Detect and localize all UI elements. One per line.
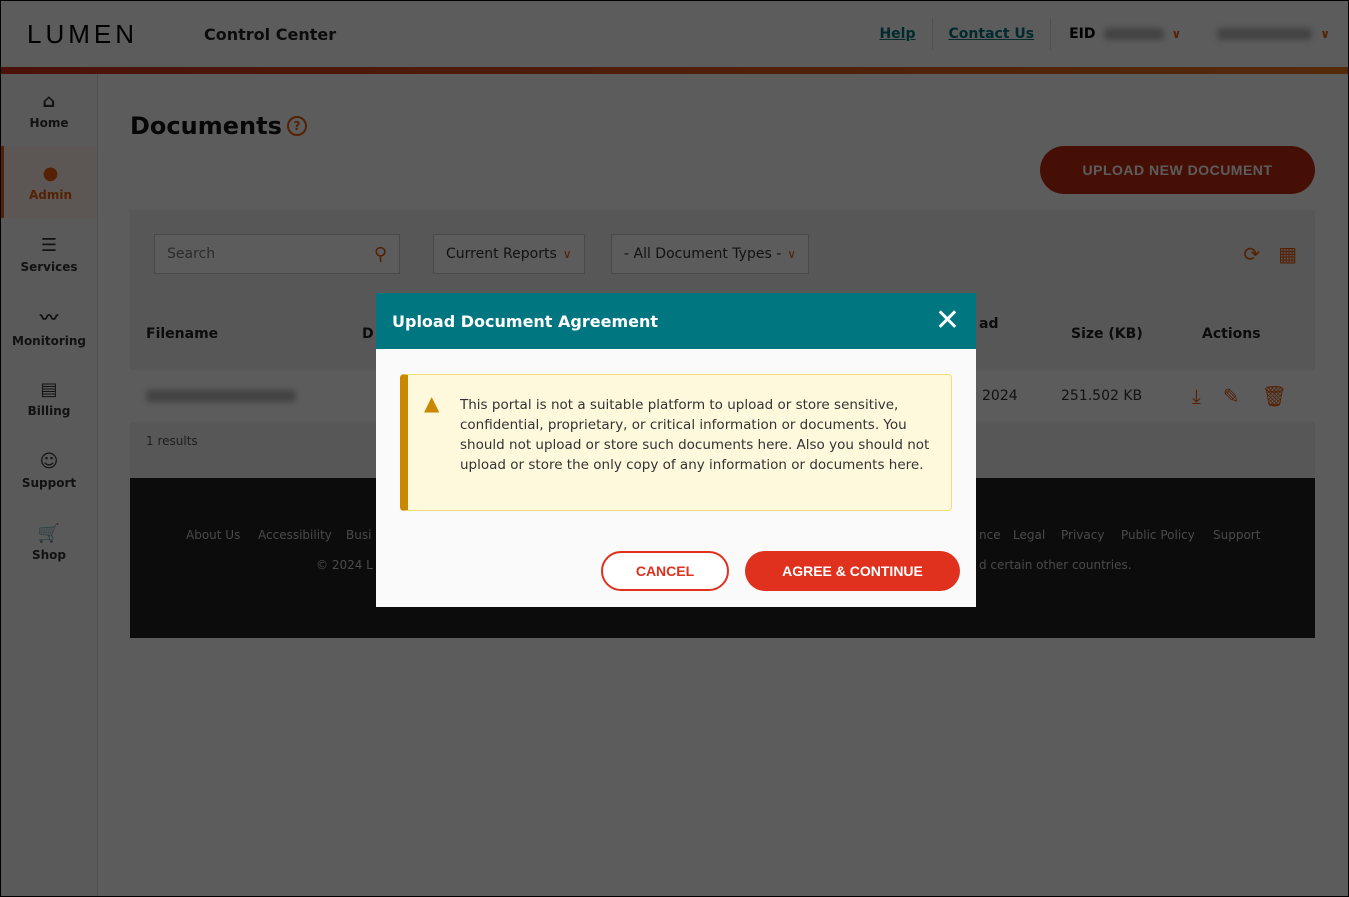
upload-document-button[interactable]: UPLOAD NEW DOCUMENT — [1040, 146, 1315, 194]
trash-icon[interactable]: 🗑 — [1262, 384, 1287, 408]
label: Services — [20, 259, 78, 274]
chevron-down-icon: ∨ — [1320, 27, 1330, 41]
sidebar-item-home[interactable]: ⌂ Home — [1, 74, 97, 146]
types-value: - All Document Types - — [624, 246, 782, 262]
label: Shop — [31, 547, 67, 562]
footer-link[interactable]: Accessibility — [258, 528, 332, 542]
download-icon[interactable]: ⤓ — [1192, 384, 1201, 408]
agree-continue-button[interactable]: AGREE & CONTINUE — [745, 551, 960, 591]
label: Billing — [27, 403, 71, 418]
table-settings-icon[interactable]: ▦ — [1278, 242, 1297, 266]
user-menu[interactable]: ∨ — [1199, 27, 1348, 41]
username — [1217, 28, 1313, 40]
chevron-down-icon: ∨ — [787, 247, 797, 261]
lumen-logo[interactable]: LUMEN — [27, 19, 138, 50]
label: Admin — [28, 187, 73, 202]
cancel-button[interactable]: CANCEL — [601, 551, 729, 591]
page-title: Documents — [130, 112, 282, 140]
eid-label: EID — [1069, 26, 1096, 42]
sidebar-item-monitoring[interactable]: 〰 Monitoring — [1, 290, 97, 362]
results-count: 1 results — [146, 434, 198, 448]
upload-date: 2024 — [982, 388, 1018, 404]
chevron-down-icon: ∨ — [1171, 27, 1182, 41]
invoice-icon: ▤ — [40, 378, 58, 400]
sidebar-item-admin[interactable]: ● Admin — [1, 146, 97, 218]
sidebar-item-support[interactable]: ☺ Support — [1, 434, 97, 506]
document-type-dropdown[interactable]: - All Document Types - ∨ — [611, 234, 810, 274]
upload-agreement-modal: Upload Document Agreement ✕ ▲ This portal… — [376, 293, 976, 607]
search-icon[interactable]: ⚲ — [374, 244, 387, 265]
top-header: LUMEN Control Center Help Contact Us EID… — [1, 1, 1348, 67]
col-uploaded[interactable]: ad — [979, 316, 998, 332]
footer-link[interactable]: Public Policy — [1121, 528, 1195, 542]
col-filename[interactable]: Filename — [146, 326, 218, 342]
refresh-icon[interactable]: ⟳ — [1243, 242, 1260, 266]
file-size: 251.502 KB — [1061, 388, 1143, 404]
eid-value — [1103, 28, 1164, 40]
warning-icon: ▲ — [424, 391, 440, 415]
modal-title: Upload Document Agreement — [392, 311, 659, 331]
footer-link[interactable]: Privacy — [1061, 528, 1104, 542]
sidebar-item-shop[interactable]: 🛒 Shop — [1, 506, 97, 578]
copyright: © 2024 L — [316, 558, 373, 572]
footer-link[interactable]: About Us — [186, 528, 240, 542]
sidebar-item-billing[interactable]: ▤ Billing — [1, 362, 97, 434]
help-link[interactable]: Help — [863, 18, 933, 50]
search-input[interactable]: Search ⚲ — [154, 234, 400, 274]
label: Support — [21, 475, 77, 490]
app-title: Control Center — [204, 24, 337, 44]
footer-link[interactable]: nce — [979, 528, 1001, 542]
warning-message: This portal is not a suitable platform t… — [460, 397, 930, 473]
user-icon: ● — [42, 162, 59, 184]
copyright-cont: d certain other countries. — [979, 558, 1132, 572]
sidebar: ⌂ Home ● Admin ☰ Services 〰 Monitoring ▤ Bill… — [1, 74, 98, 896]
support-icon: ☺ — [39, 450, 59, 472]
col-size[interactable]: Size (KB) — [1071, 326, 1143, 342]
reports-dropdown[interactable]: Current Reports ∨ — [433, 234, 585, 274]
label: Home — [29, 115, 69, 130]
close-icon[interactable]: ✕ — [935, 306, 960, 336]
filename[interactable] — [146, 390, 296, 402]
sidebar-item-services[interactable]: ☰ Services — [1, 218, 97, 290]
home-icon: ⌂ — [42, 90, 56, 112]
reports-value: Current Reports — [446, 246, 557, 262]
contact-link[interactable]: Contact Us — [933, 18, 1052, 50]
col-d[interactable]: D — [362, 326, 374, 342]
brand-stripe — [1, 67, 1348, 74]
warning-alert: ▲ This portal is not a suitable platform… — [400, 374, 952, 511]
col-actions: Actions — [1202, 326, 1261, 342]
edit-icon[interactable]: ✎ — [1223, 384, 1240, 408]
chevron-down-icon: ∨ — [562, 247, 572, 261]
cart-icon: 🛒 — [37, 522, 61, 544]
eid-selector[interactable]: EID ∨ — [1051, 26, 1199, 42]
search-placeholder: Search — [167, 246, 216, 262]
label: Monitoring — [12, 334, 86, 348]
footer-link[interactable]: Support — [1213, 528, 1260, 542]
footer-link[interactable]: Busi — [346, 528, 371, 542]
list-icon: ☰ — [40, 234, 58, 256]
help-icon[interactable]: ? — [287, 116, 307, 136]
footer-link[interactable]: Legal — [1013, 528, 1045, 542]
pulse-icon: 〰 — [40, 308, 58, 329]
